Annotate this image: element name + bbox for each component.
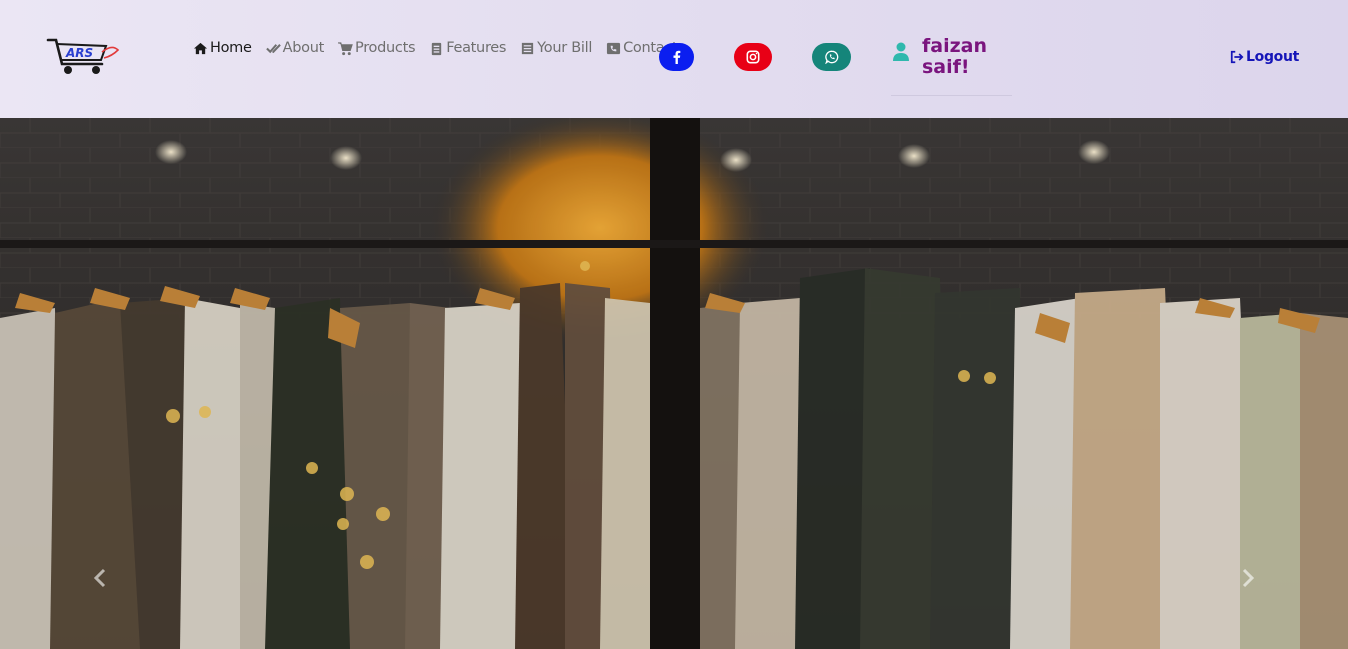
hero-carousel [0,118,1348,649]
clipboard-icon [432,42,442,55]
user-icon [893,42,909,61]
instagram-icon [746,50,760,64]
carousel-next-button[interactable] [1228,558,1268,598]
nav-about-label: About [282,40,325,56]
whatsapp-icon [824,50,838,64]
logo-text: ARS [65,46,93,60]
phone-icon [607,42,621,54]
nav-products[interactable]: Products [338,40,416,56]
nav-features-label: Features [446,40,507,56]
instagram-button[interactable] [734,43,772,71]
whatsapp-button[interactable] [812,43,851,71]
nav-your-bill-label: Your Bill [537,40,593,56]
home-icon [193,42,208,54]
nav-features[interactable]: Features [429,40,506,56]
nav-your-bill[interactable]: Your Bill [520,40,592,56]
cart-icon [338,41,353,55]
double-check-icon [265,43,281,53]
cart-logo[interactable]: ARS [46,36,120,78]
facebook-icon [673,50,680,64]
user-name: faizan saif! [922,35,988,78]
logout-icon [1230,50,1244,64]
logout-label: Logout [1246,49,1300,65]
nav-about[interactable]: About [265,40,325,56]
receipt-icon [522,42,534,54]
nav-home[interactable]: Home [193,40,252,56]
nav-home-label: Home [210,40,252,56]
chevron-left-icon [93,568,106,588]
chevron-right-icon [1242,568,1255,588]
nav-products-label: Products [355,40,416,56]
carousel-prev-button[interactable] [80,558,120,598]
user-profile[interactable]: faizan saif! [891,36,1012,96]
main-nav: Home About Products Features Your Bill C… [193,40,691,56]
logout-button[interactable]: Logout [1230,49,1299,65]
site-header: ARS Home About Products Features Your Bi… [0,0,1348,118]
facebook-button[interactable] [659,43,694,71]
clothing-rack-photo [0,118,1348,649]
